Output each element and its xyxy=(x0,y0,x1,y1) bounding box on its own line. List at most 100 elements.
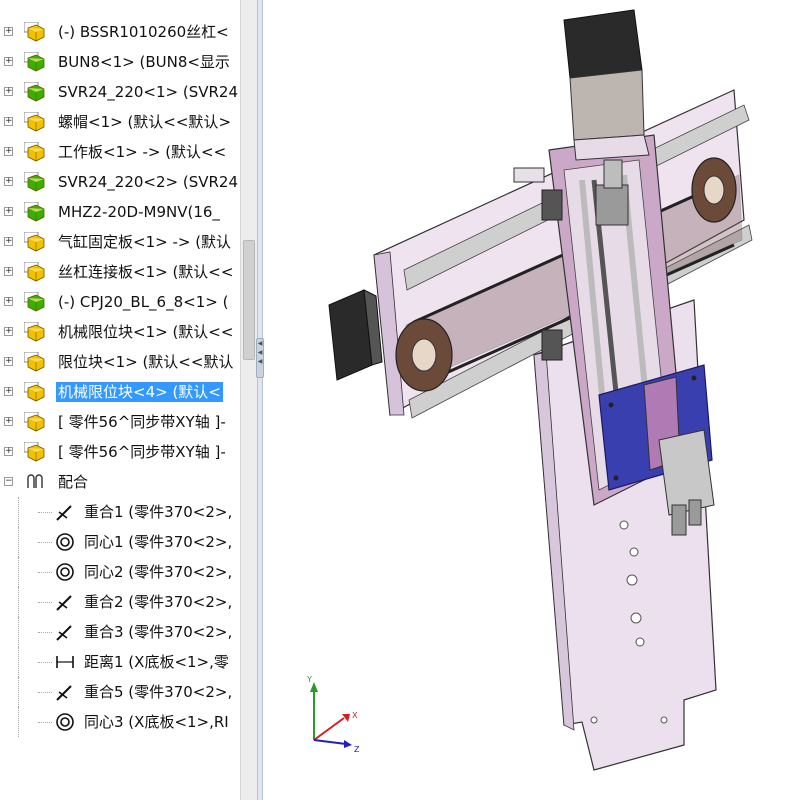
left-pulley[interactable] xyxy=(395,318,453,392)
tree-item-label: BUN8<1> (BUN8<显示 xyxy=(58,53,230,71)
mate-item[interactable]: 重合5 (零件370<2>, xyxy=(0,677,240,707)
right-pulley[interactable] xyxy=(691,157,737,223)
expand-toggle-icon[interactable]: + xyxy=(4,267,13,276)
tree-item-label: SVR24_220<2> (SVR24 xyxy=(58,173,239,191)
expand-toggle-icon[interactable]: + xyxy=(4,447,13,456)
coincident-icon xyxy=(54,592,76,612)
tree-folder-mates[interactable]: − 配合 xyxy=(0,467,240,497)
tree-item-label: 机械限位块<4> (默认< xyxy=(56,382,223,402)
expand-toggle-icon[interactable]: + xyxy=(4,387,13,396)
tree-connector xyxy=(18,647,20,677)
triad-x-label: X xyxy=(352,711,358,720)
mate-item-label: 重合5 (零件370<2>, xyxy=(84,683,233,701)
tree-connector xyxy=(38,632,52,633)
tree-item[interactable]: + (-) BSSR1010260丝杠< xyxy=(0,17,240,47)
expand-toggle-icon[interactable]: + xyxy=(4,147,13,156)
tree-connector xyxy=(38,722,52,723)
tree-connector xyxy=(18,557,20,587)
tree-connector xyxy=(38,602,52,603)
model-view[interactable]: Y X Z xyxy=(264,0,800,800)
tree-item[interactable]: + SVR24_220<1> (SVR24 xyxy=(0,77,240,107)
tree-item[interactable]: + 机械限位块<1> (默认<< xyxy=(0,317,240,347)
tree-scrollbar[interactable] xyxy=(240,0,257,800)
tree-item[interactable]: + 机械限位块<4> (默认< xyxy=(0,377,240,407)
expand-toggle-icon[interactable]: + xyxy=(4,237,13,246)
collapse-toggle-icon[interactable]: − xyxy=(4,477,13,486)
expand-toggle-icon[interactable]: + xyxy=(4,27,13,36)
part-green-icon xyxy=(23,171,46,192)
tree-item[interactable]: + BUN8<1> (BUN8<显示 xyxy=(0,47,240,77)
collapse-panel-handle[interactable]: ◀ ◀ ◀ xyxy=(256,338,264,378)
x-motor[interactable] xyxy=(328,289,383,381)
expand-toggle-icon[interactable]: + xyxy=(4,207,13,216)
mates-icon xyxy=(24,472,46,492)
y-motor[interactable] xyxy=(563,9,650,161)
part-icon xyxy=(23,411,46,432)
expand-toggle-icon[interactable]: + xyxy=(4,297,13,306)
mate-item-label: 重合2 (零件370<2>, xyxy=(84,593,233,611)
tree-item-label: MHZ2-20D-M9NV(16_ xyxy=(58,203,220,221)
tree-item[interactable]: + [ 零件56^同步带XY轴 ]- xyxy=(0,437,240,467)
tree-top-edge xyxy=(0,0,240,6)
triad-z-label: Z xyxy=(354,745,360,754)
triad-y-label: Y xyxy=(306,675,312,684)
tree-item[interactable]: + 限位块<1> (默认<<默认 xyxy=(0,347,240,377)
tree-item-label: 螺帽<1> (默认<<默认> xyxy=(58,113,232,131)
expand-toggle-icon[interactable]: + xyxy=(4,417,13,426)
tree-item-label: [ 零件56^同步带XY轴 ]- xyxy=(58,443,226,461)
mate-item-label: 重合1 (零件370<2>, xyxy=(84,503,233,521)
coincident-icon xyxy=(54,502,76,522)
tree-item[interactable]: + SVR24_220<2> (SVR24 xyxy=(0,167,240,197)
tree-item-label: SVR24_220<1> (SVR24 xyxy=(58,83,239,101)
coincident-icon xyxy=(54,622,76,642)
mate-item[interactable]: 同心1 (零件370<2>, xyxy=(0,527,240,557)
expand-toggle-icon[interactable]: + xyxy=(4,177,13,186)
tree-item-label: 气缸固定板<1> -> (默认 xyxy=(58,233,232,251)
tree-connector xyxy=(38,572,52,573)
expand-toggle-icon[interactable]: + xyxy=(4,117,13,126)
part-green-icon xyxy=(23,291,46,312)
part-icon xyxy=(23,21,46,42)
concentric-icon xyxy=(54,532,76,552)
tree-item[interactable]: + 气缸固定板<1> -> (默认 xyxy=(0,227,240,257)
mate-item[interactable]: 同心2 (零件370<2>, xyxy=(0,557,240,587)
expand-toggle-icon[interactable]: + xyxy=(4,57,13,66)
expand-toggle-icon[interactable]: + xyxy=(4,357,13,366)
graphics-viewport[interactable]: Y X Z xyxy=(264,0,800,800)
part-icon xyxy=(23,351,46,372)
tree-item[interactable]: + 工作板<1> -> (默认<< xyxy=(0,137,240,167)
scrollbar-thumb[interactable] xyxy=(243,240,255,360)
tree-connector xyxy=(38,692,52,693)
tree-item-label: 工作板<1> -> (默认<< xyxy=(58,143,227,161)
expand-toggle-icon[interactable]: + xyxy=(4,87,13,96)
tree-item[interactable]: + (-) CPJ20_BL_6_8<1> ( xyxy=(0,287,240,317)
mate-item-label: 同心3 (X底板<1>,RI xyxy=(84,713,229,731)
part-green-icon xyxy=(23,51,46,72)
tree-connector xyxy=(18,497,20,527)
tree-item-label: 限位块<1> (默认<<默认 xyxy=(58,353,234,371)
coincident-icon xyxy=(54,682,76,702)
mate-item-label: 距离1 (X底板<1>,零 xyxy=(84,653,229,671)
tree-connector xyxy=(18,617,20,647)
mate-item[interactable]: 距离1 (X底板<1>,零 xyxy=(0,647,240,677)
mate-item[interactable]: 同心3 (X底板<1>,RI xyxy=(0,707,240,737)
part-icon xyxy=(23,261,46,282)
part-icon xyxy=(23,231,46,252)
tree-item[interactable]: + [ 零件56^同步带XY轴 ]- xyxy=(0,407,240,437)
tree-item[interactable]: + 丝杠连接板<1> (默认<< xyxy=(0,257,240,287)
mate-item[interactable]: 重合1 (零件370<2>, xyxy=(0,497,240,527)
tree-item[interactable]: + 螺帽<1> (默认<<默认> xyxy=(0,107,240,137)
tree-item-label: [ 零件56^同步带XY轴 ]- xyxy=(58,413,226,431)
mate-item-label: 同心2 (零件370<2>, xyxy=(84,563,233,581)
tree-connector xyxy=(38,662,52,663)
mate-item[interactable]: 重合3 (零件370<2>, xyxy=(0,617,240,647)
panel-splitter[interactable] xyxy=(257,0,263,800)
mate-item[interactable]: 重合2 (零件370<2>, xyxy=(0,587,240,617)
tree-item[interactable]: + MHZ2-20D-M9NV(16_ xyxy=(0,197,240,227)
tree-connector xyxy=(38,512,52,513)
mate-item-label: 同心1 (零件370<2>, xyxy=(84,533,233,551)
expand-toggle-icon[interactable]: + xyxy=(4,327,13,336)
concentric-icon xyxy=(54,712,76,732)
part-green-icon xyxy=(23,81,46,102)
tree-connector xyxy=(38,542,52,543)
